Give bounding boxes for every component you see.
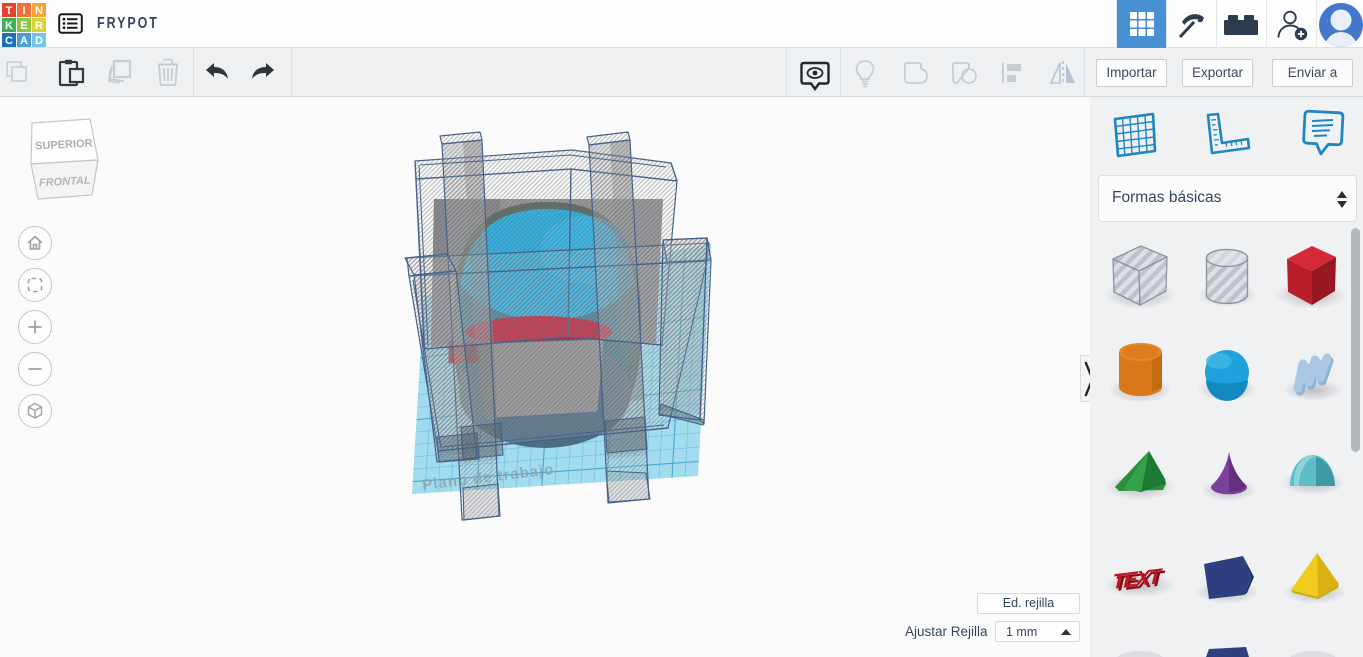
svg-text:N: N — [35, 5, 43, 17]
svg-text:K: K — [5, 20, 13, 32]
svg-text:E: E — [20, 20, 27, 32]
svg-text:D: D — [35, 35, 43, 47]
svg-text:R: R — [35, 20, 43, 32]
svg-text:A: A — [20, 35, 28, 47]
svg-text:C: C — [5, 35, 13, 47]
svg-text:T: T — [6, 5, 13, 17]
svg-text:I: I — [22, 5, 25, 17]
